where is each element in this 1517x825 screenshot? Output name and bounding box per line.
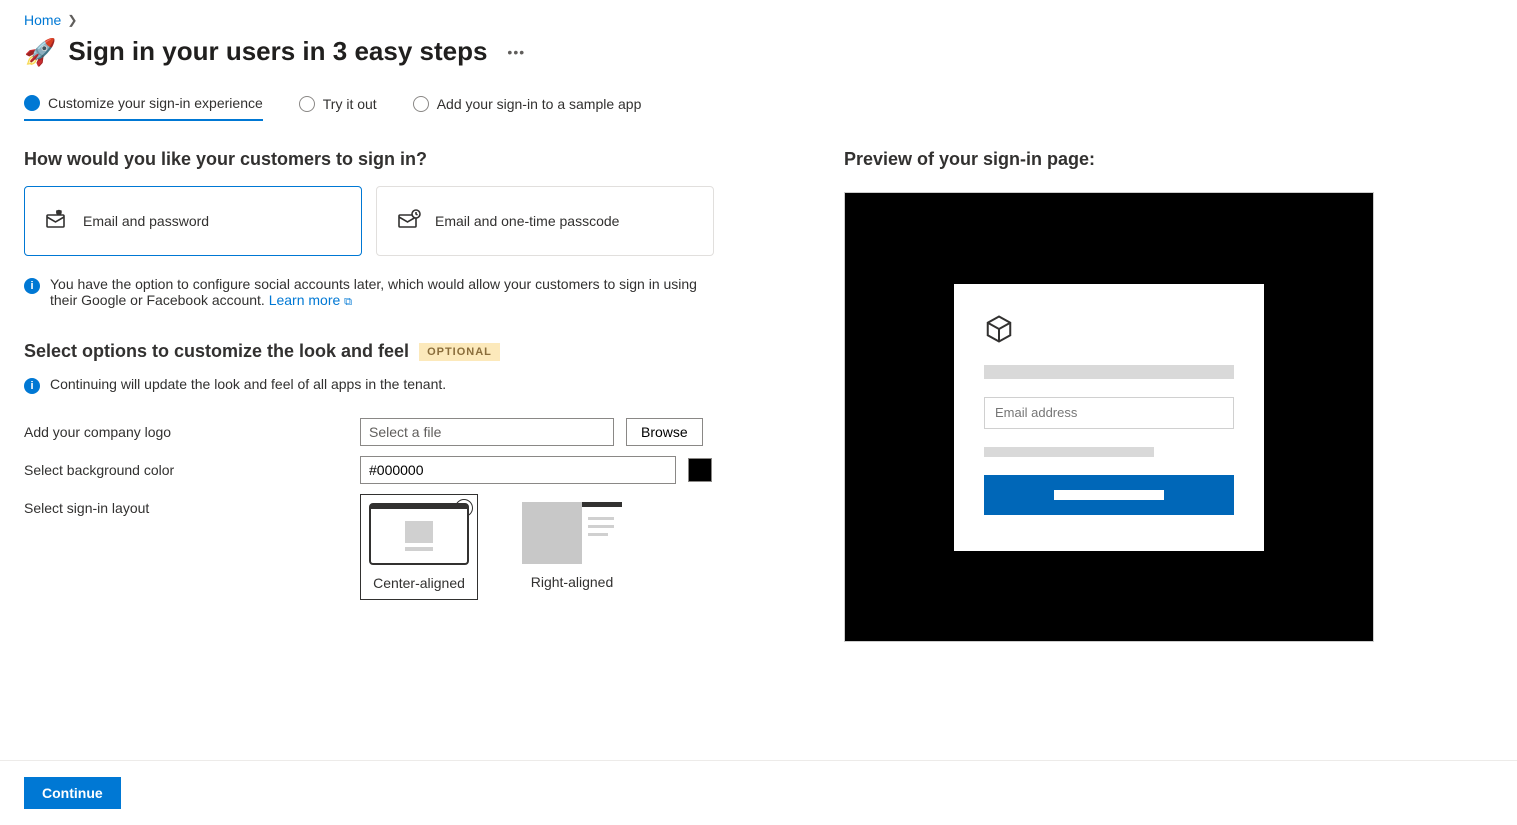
preview-placeholder-bar-short — [984, 447, 1154, 457]
browse-button[interactable]: Browse — [626, 418, 703, 446]
layout-center-aligned[interactable]: Center-aligned — [360, 494, 478, 600]
bgcolor-label: Select background color — [24, 456, 360, 478]
chevron-right-icon: ❯ — [67, 13, 77, 27]
breadcrumb-home[interactable]: Home — [24, 12, 61, 28]
continue-button[interactable]: Continue — [24, 777, 121, 809]
external-link-icon: ⧉ — [344, 296, 352, 308]
step-customize[interactable]: Customize your sign-in experience — [24, 95, 263, 121]
preview-submit-button — [984, 475, 1234, 515]
layout-right-aligned[interactable]: Right-aligned — [514, 494, 630, 600]
method-email-password[interactable]: Email and password — [24, 186, 362, 256]
logo-label: Add your company logo — [24, 418, 360, 440]
layout-option-label: Center-aligned — [369, 575, 469, 591]
bgcolor-input[interactable] — [360, 456, 676, 484]
section2-heading: Select options to customize the look and… — [24, 341, 409, 362]
bgcolor-swatch[interactable] — [688, 458, 712, 482]
layout-label: Select sign-in layout — [24, 494, 360, 516]
layout-option-label: Right-aligned — [522, 574, 622, 590]
step-label: Try it out — [323, 96, 377, 112]
info-text: You have the option to configure social … — [50, 276, 724, 309]
optional-badge: OPTIONAL — [419, 343, 500, 361]
info-icon: i — [24, 278, 40, 294]
logo-file-field[interactable]: Select a file — [360, 418, 614, 446]
mail-shield-icon — [45, 209, 69, 233]
section1-heading: How would you like your customers to sig… — [24, 149, 744, 170]
breadcrumb: Home ❯ — [24, 12, 1493, 28]
preview-email-input: Email address — [984, 397, 1234, 429]
radio-filled-icon — [24, 95, 40, 111]
preview-heading: Preview of your sign-in page: — [844, 149, 1493, 170]
radio-empty-icon — [413, 96, 429, 112]
more-icon[interactable]: ••• — [507, 44, 525, 60]
mail-clock-icon — [397, 209, 421, 233]
step-label: Customize your sign-in experience — [48, 95, 263, 111]
tenant-info-text: Continuing will update the look and feel… — [50, 376, 446, 392]
method-label: Email and one-time passcode — [435, 213, 619, 229]
package-icon — [984, 314, 1014, 344]
preview-placeholder-bar — [984, 365, 1234, 379]
step-add-sample[interactable]: Add your sign-in to a sample app — [413, 95, 642, 121]
info-icon: i — [24, 378, 40, 394]
preview-frame: Email address — [844, 192, 1374, 642]
method-label: Email and password — [83, 213, 209, 229]
step-label: Add your sign-in to a sample app — [437, 96, 642, 112]
preview-card: Email address — [954, 284, 1264, 551]
learn-more-link[interactable]: Learn more ⧉ — [269, 292, 352, 308]
step-tryout[interactable]: Try it out — [299, 95, 377, 121]
method-email-passcode[interactable]: Email and one-time passcode — [376, 186, 714, 256]
page-title: Sign in your users in 3 easy steps — [68, 36, 487, 67]
radio-empty-icon — [299, 96, 315, 112]
rocket-icon: 🚀 — [24, 39, 56, 65]
step-tabs: Customize your sign-in experience Try it… — [24, 95, 1493, 121]
